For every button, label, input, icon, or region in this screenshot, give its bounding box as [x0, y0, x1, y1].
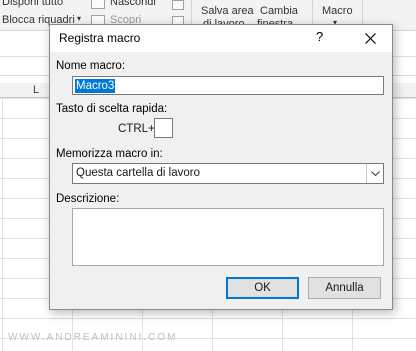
- arrange-all-button[interactable]: Disponi tutto: [2, 0, 63, 8]
- close-icon: [365, 33, 376, 44]
- hide-icon: [91, 0, 105, 9]
- dialog-title: Registra macro: [59, 31, 141, 45]
- macro-name-label: Nome macro:: [56, 60, 126, 72]
- cancel-button[interactable]: Annulla: [308, 277, 381, 299]
- help-button[interactable]: ?: [316, 29, 323, 44]
- close-button[interactable]: [353, 25, 387, 51]
- store-macro-value: Questa cartella di lavoro: [76, 167, 201, 179]
- record-macro-dialog: Registra macro ? Nome macro: Macro3 Tast…: [49, 24, 393, 310]
- switch-window-label[interactable]: Cambia: [260, 5, 298, 17]
- macro-name-input[interactable]: Macro3: [72, 76, 384, 95]
- side-by-side-icon[interactable]: [172, 0, 184, 10]
- macro-button[interactable]: Macro: [322, 5, 353, 17]
- save-workspace-label[interactable]: Salva area: [201, 5, 254, 17]
- chevron-down-icon: ▾: [77, 14, 82, 23]
- ok-button[interactable]: OK: [226, 277, 299, 299]
- macro-name-value: Macro3: [75, 79, 116, 93]
- description-textarea[interactable]: [72, 208, 384, 266]
- column-label[interactable]: L: [33, 84, 39, 96]
- description-label: Descrizione:: [56, 193, 120, 205]
- shortcut-key-input[interactable]: [154, 118, 173, 138]
- ctrl-label: CTRL+: [118, 123, 155, 135]
- watermark: WWW.ANDREAMININI.COM: [8, 332, 178, 343]
- shortcut-label: Tasto di scelta rapida:: [56, 103, 168, 115]
- store-macro-select[interactable]: Questa cartella di lavoro: [72, 163, 384, 184]
- dropdown-button[interactable]: [366, 164, 383, 183]
- store-macro-label: Memorizza macro in:: [56, 148, 163, 160]
- dialog-titlebar[interactable]: Registra macro ?: [50, 25, 392, 52]
- hide-button[interactable]: Nascondi: [110, 0, 156, 8]
- chevron-down-icon: [371, 171, 380, 176]
